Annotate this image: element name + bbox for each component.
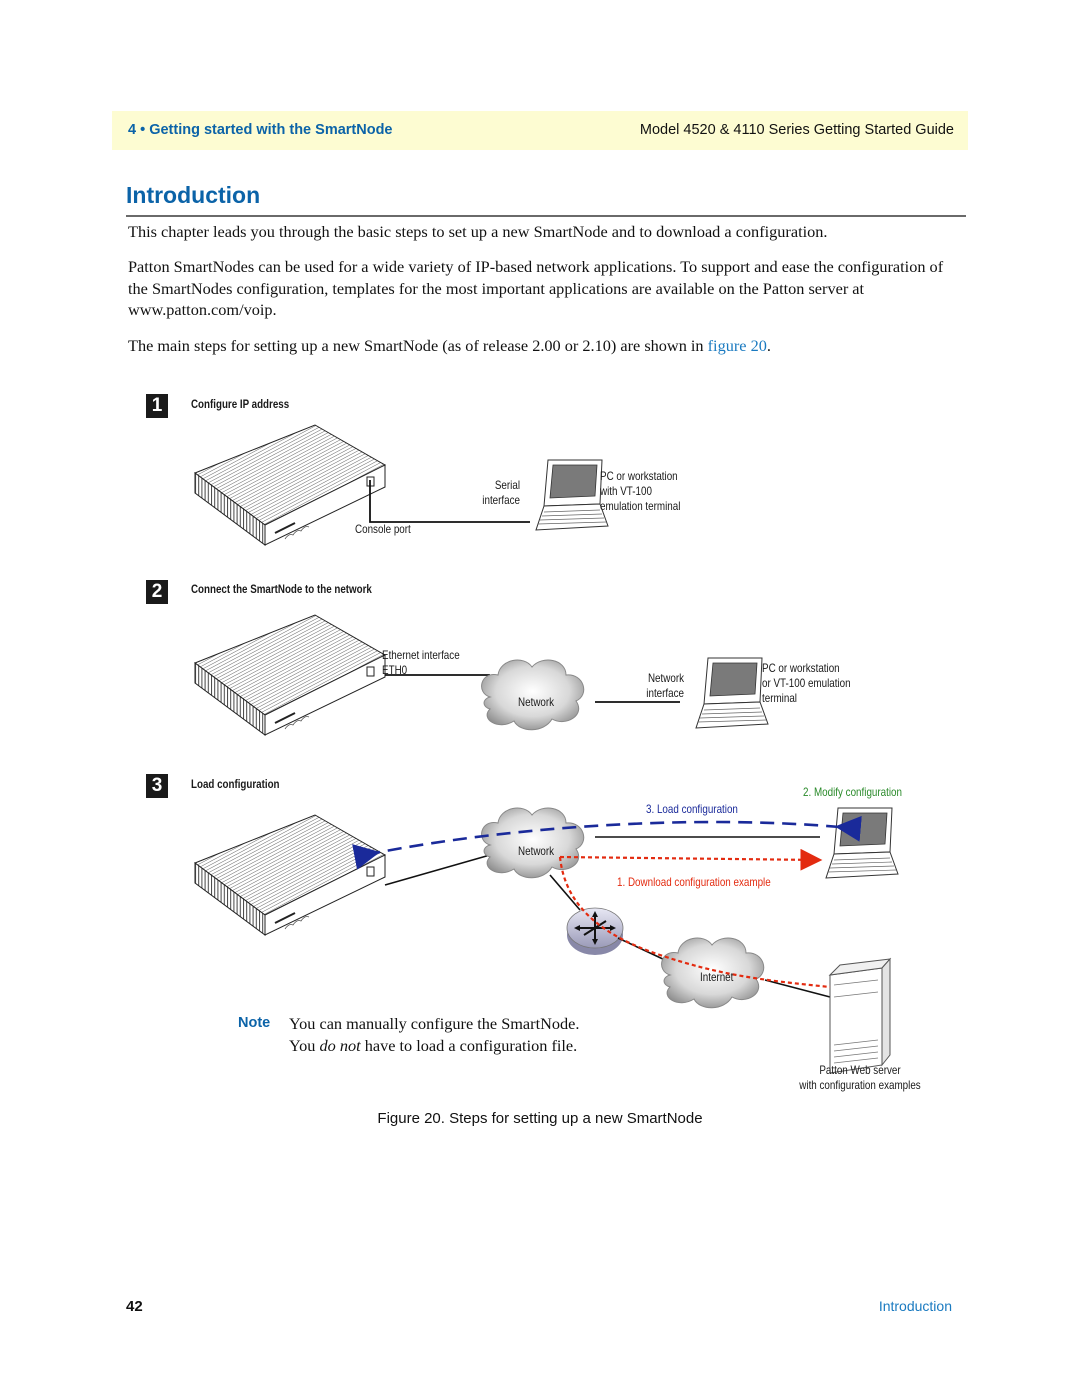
chapter-title: 4 • Getting started with the SmartNode: [128, 122, 393, 138]
network-interface-line1: Network: [647, 671, 684, 685]
laptop-step2: [695, 657, 769, 729]
laptop-step1: [535, 459, 609, 531]
web-server-icon: [828, 957, 892, 1074]
footer-section-link[interactable]: Introduction: [879, 1298, 952, 1314]
pc-line2: or VT-100 emulation: [762, 676, 851, 690]
network-cloud-label-step3: Network: [518, 844, 555, 858]
device-network-cable: [384, 854, 491, 886]
modify-configuration-label: 2. Modify configuration: [803, 785, 903, 799]
network-cloud-label-step2: Network: [518, 695, 555, 709]
pc-line1: PC or workstation: [600, 469, 678, 483]
step-3-badge: 3: [146, 774, 168, 798]
load-configuration-label: 3. Load configuration: [646, 802, 738, 816]
note-text-emphasis: do not: [319, 1036, 361, 1055]
paragraph-intro: This chapter leads you through the basic…: [128, 222, 828, 241]
figure-caption: Figure 20. Steps for setting up a new Sm…: [0, 1110, 1080, 1127]
step-1-title: Configure IP address: [191, 399, 290, 411]
pc-line2: with VT-100: [600, 484, 652, 498]
running-header: 4 • Getting started with the SmartNode M…: [112, 111, 968, 150]
download-to-laptop-arrow: [559, 848, 823, 871]
step-2-badge: 2: [146, 580, 168, 604]
pc-line1: PC or workstation: [762, 661, 840, 675]
note-text-after: have to load a configuration file.: [360, 1036, 578, 1055]
internet-cloud-label: Internet: [700, 970, 734, 984]
figure-20-diagram: 1 Configure IP address Console port Seri…: [140, 385, 960, 1105]
diagram-graphics: [194, 424, 899, 1074]
step-2-title: Connect the SmartNode to the network: [191, 584, 372, 596]
paragraph-text: The main steps for setting up a new Smar…: [128, 336, 708, 355]
serial-interface-line1: Serial: [494, 478, 520, 492]
ethernet-line1: Ethernet interface: [382, 648, 460, 662]
page-number: 42: [126, 1298, 143, 1315]
title-divider: [126, 215, 966, 217]
server-line1: Patton Web server: [819, 1063, 901, 1077]
smartnode-device-step2: [194, 614, 386, 736]
ethernet-line2: ETH0: [382, 663, 408, 677]
smartnode-device-step3: [194, 814, 386, 936]
note-text: You can manually configure the SmartNode…: [289, 1013, 589, 1057]
router-icon: [566, 907, 624, 955]
serial-interface-line2: interface: [482, 493, 520, 507]
note-label: Note: [238, 1015, 271, 1031]
step-1-badge: 1: [146, 394, 168, 418]
network-interface-line2: interface: [646, 686, 684, 700]
console-port-label: Console port: [355, 522, 411, 536]
paragraph-text: .: [766, 336, 771, 355]
paragraph-main-steps: The main steps for setting up a new Smar…: [128, 335, 960, 357]
pc-line3: emulation terminal: [600, 499, 681, 513]
web-server-label: Patton Web server with configuration exam…: [786, 1063, 934, 1093]
step-3-title: Load configuration: [191, 779, 280, 791]
page-title: Introduction: [126, 182, 261, 208]
guide-title: Model 4520 & 4110 Series Getting Started…: [639, 122, 954, 138]
download-configuration-label: 1. Download configuration example: [617, 875, 771, 889]
figure-link[interactable]: figure 20: [708, 336, 767, 355]
ethernet-interface-label: Ethernet interface ETH0: [382, 648, 460, 678]
caption-text: Figure 20. Steps for setting up a new Sm…: [377, 1110, 703, 1127]
server-line2: with configuration examples: [799, 1078, 921, 1092]
network-interface-label: Network interface: [646, 671, 684, 701]
serial-interface-label: Serial interface: [482, 478, 520, 508]
network-cloud-step3: [481, 807, 585, 879]
paragraph-templates: Patton SmartNodes can be used for a wide…: [128, 257, 944, 319]
pc-line3: terminal: [762, 691, 798, 705]
pc-label-step1: PC or workstation with VT-100 emulation te…: [600, 469, 680, 514]
laptop-step3: [825, 807, 899, 879]
pc-label-step2: PC or workstation or VT-100 emulation term…: [762, 661, 851, 706]
